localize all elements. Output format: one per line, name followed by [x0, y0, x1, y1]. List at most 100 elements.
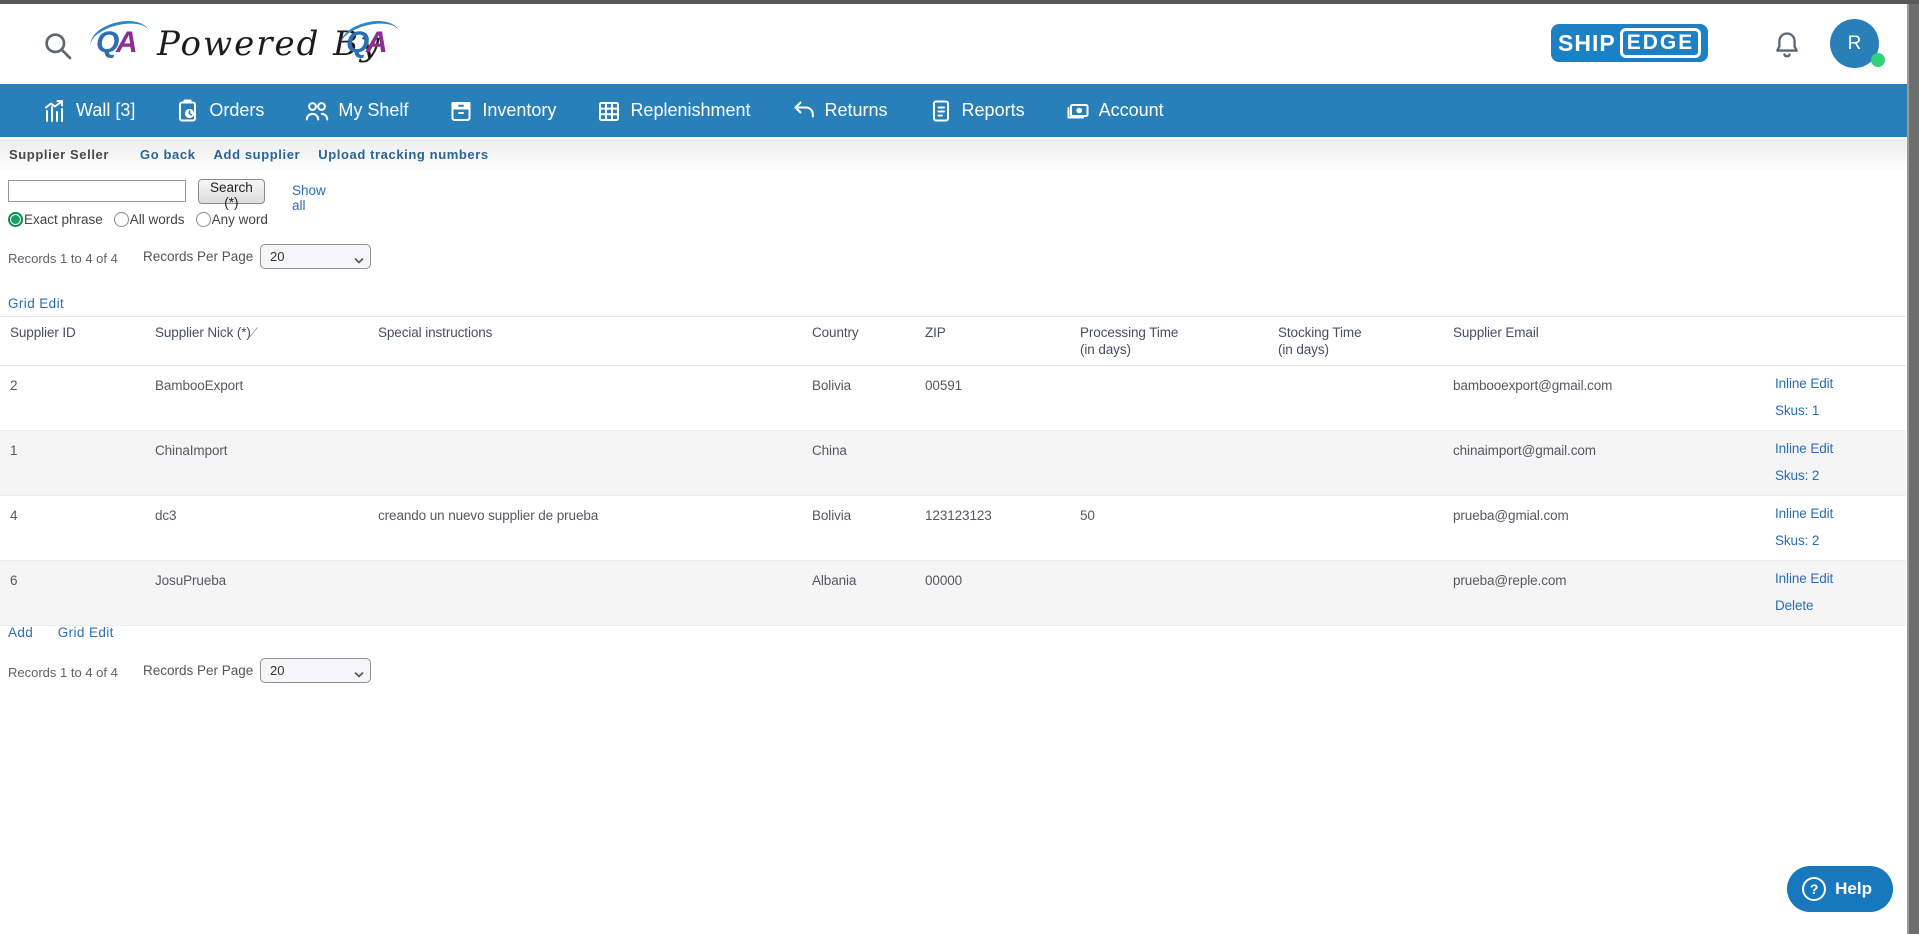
skus-2-link[interactable]: Skus: 2: [1775, 468, 1898, 483]
cell-country: China: [812, 431, 925, 496]
go-back-link[interactable]: Go back: [140, 147, 196, 162]
online-status-dot: [1871, 53, 1885, 67]
cell-instructions: creando un nuevo supplier de prueba: [378, 496, 812, 561]
column-header-supplier-nick[interactable]: Supplier Nick (*)⁄: [155, 317, 378, 366]
app-header: Q A Powered By Q A SHIP EDGE R: [0, 4, 1907, 84]
per-page-select-wrap: 20: [260, 244, 371, 269]
column-header-processing-time: Processing Time(in days): [1080, 317, 1278, 366]
upload-tracking-numbers-link[interactable]: Upload tracking numbers: [318, 147, 489, 162]
search-input[interactable]: [8, 180, 186, 202]
add-link[interactable]: Add: [8, 625, 33, 640]
grid-edit-link-bottom[interactable]: Grid Edit: [58, 625, 114, 640]
per-page-select[interactable]: 20: [260, 244, 371, 269]
inventory-icon: [449, 99, 473, 123]
column-header-country: Country: [812, 317, 925, 366]
cell-email: bambooexport@gmail.com: [1453, 366, 1775, 431]
cell-nick: BambooExport: [155, 366, 378, 431]
cell-instructions: [378, 561, 812, 626]
nav-item-inventory[interactable]: Inventory: [449, 99, 556, 123]
nav-item-wall[interactable]: Wall [3]: [43, 99, 135, 123]
cell-processing: [1080, 561, 1278, 626]
table-row-supplier-1: 1ChinaImportChinachinaimport@gmail.comIn…: [0, 431, 1906, 496]
cell-actions: Inline Edit Skus: 1: [1775, 366, 1906, 431]
search-button[interactable]: Search (*): [198, 179, 265, 204]
orders-icon: [176, 99, 200, 123]
records-count-text: Records 1 to 4 of 4: [8, 251, 118, 266]
nav-item-replenishment[interactable]: Replenishment: [597, 99, 750, 123]
avatar-letter: R: [1848, 33, 1862, 55]
nav-item-label: Inventory: [482, 100, 556, 121]
cell-nick: ChinaImport: [155, 431, 378, 496]
radio-label: Exact phrase: [24, 212, 103, 227]
cell-stocking: [1278, 431, 1453, 496]
nav-item-label: Account: [1099, 100, 1164, 121]
skus-2-link[interactable]: Skus: 2: [1775, 533, 1898, 548]
qa-letter-a: A: [116, 26, 138, 60]
column-header-actions: [1775, 317, 1906, 366]
inline-edit-link[interactable]: Inline Edit: [1775, 506, 1898, 521]
reports-icon: [929, 99, 953, 123]
search-mode-radio-exact-phrase[interactable]: Exact phrase: [8, 212, 103, 227]
main-nav: Wall [3] Orders My Shelf Inventory Replenish…: [0, 84, 1907, 137]
column-header-supplier-email: Supplier Email: [1453, 317, 1775, 366]
nav-item-label: Returns: [825, 100, 888, 121]
nav-item-label: Orders: [209, 100, 264, 121]
user-avatar[interactable]: R: [1830, 19, 1879, 68]
grid-edit-link-top[interactable]: Grid Edit: [8, 296, 64, 311]
per-page-select-wrap: 20: [260, 658, 371, 683]
help-question-icon: ?: [1802, 877, 1826, 901]
cell-id: 4: [0, 496, 155, 561]
search-mode-radios: Exact phrase All words Any word: [8, 212, 268, 227]
per-page-select-bottom[interactable]: 20: [260, 658, 371, 683]
cell-country: Albania: [812, 561, 925, 626]
nav-item-account[interactable]: Account: [1066, 99, 1164, 123]
wall-icon: [43, 99, 67, 123]
help-button[interactable]: ? Help: [1787, 866, 1893, 912]
nav-item-orders[interactable]: Orders: [176, 99, 264, 123]
column-header-subtext: (in days): [1080, 342, 1270, 357]
myshelf-icon: [305, 99, 329, 123]
cell-actions: Inline Edit Delete: [1775, 561, 1906, 626]
column-header-zip: ZIP: [925, 317, 1080, 366]
subnav: Supplier Seller Go back Add supplier Upl…: [0, 139, 1907, 170]
inline-edit-link[interactable]: Inline Edit: [1775, 571, 1898, 586]
search-icon[interactable]: [42, 30, 74, 62]
nav-item-reports[interactable]: Reports: [929, 99, 1025, 123]
radio-label: Any word: [212, 212, 268, 227]
cell-processing: 50: [1080, 496, 1278, 561]
inline-edit-link[interactable]: Inline Edit: [1775, 376, 1898, 391]
cell-country: Bolivia: [812, 366, 925, 431]
radio-unselected-icon[interactable]: [114, 212, 129, 227]
nav-items: Wall [3] Orders My Shelf Inventory Replenish…: [0, 84, 1907, 137]
inline-edit-link[interactable]: Inline Edit: [1775, 441, 1898, 456]
cell-zip: 00591: [925, 366, 1080, 431]
column-header-subtext: (in days): [1278, 342, 1445, 357]
table-row-supplier-6: 6JosuPruebaAlbania00000prueba@reple.comI…: [0, 561, 1906, 626]
cell-instructions: [378, 431, 812, 496]
show-all-link[interactable]: Show all: [292, 183, 326, 213]
table-row-supplier-4: 4dc3creando un nuevo supplier de pruebaB…: [0, 496, 1906, 561]
notifications-bell-icon[interactable]: [1773, 30, 1801, 60]
vertical-scrollbar[interactable]: [1907, 4, 1919, 934]
brand-edge-text: EDGE: [1620, 28, 1702, 58]
nav-item-my-shelf[interactable]: My Shelf: [305, 99, 408, 123]
replenishment-icon: [597, 99, 621, 123]
shipedge-logo[interactable]: SHIP EDGE: [1551, 24, 1708, 62]
qa-logo-2: Q A: [342, 20, 400, 68]
returns-icon: [792, 99, 816, 123]
column-header-supplier-id: Supplier ID: [0, 317, 155, 366]
delete-link[interactable]: Delete: [1775, 598, 1898, 613]
cell-processing: [1080, 431, 1278, 496]
help-label: Help: [1835, 879, 1872, 899]
table-bottom-links: Add Grid Edit: [8, 624, 134, 642]
cell-zip: [925, 431, 1080, 496]
cell-id: 1: [0, 431, 155, 496]
account-icon: [1066, 99, 1090, 123]
radio-selected-icon[interactable]: [8, 212, 23, 227]
search-mode-radio-any-word[interactable]: Any word: [196, 212, 268, 227]
add-supplier-link[interactable]: Add supplier: [214, 147, 301, 162]
skus-1-link[interactable]: Skus: 1: [1775, 403, 1898, 418]
nav-item-returns[interactable]: Returns: [792, 99, 888, 123]
radio-unselected-icon[interactable]: [196, 212, 211, 227]
search-mode-radio-all-words[interactable]: All words: [114, 212, 185, 227]
